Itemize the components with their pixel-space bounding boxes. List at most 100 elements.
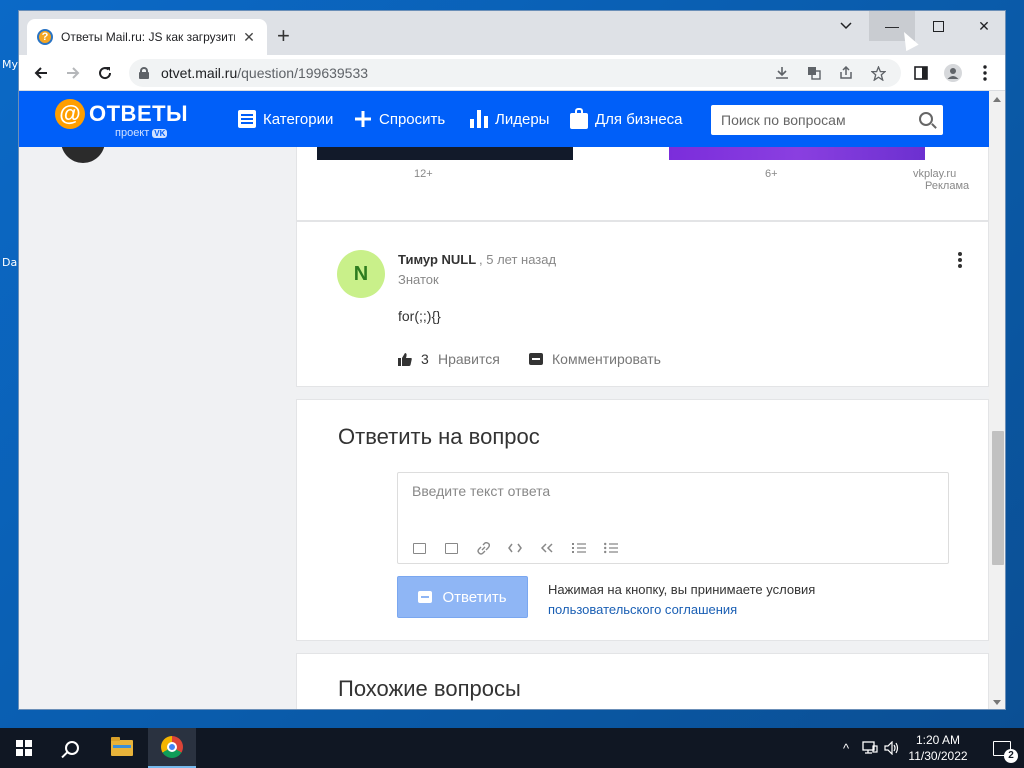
answer-author[interactable]: Тимур NULL: [398, 252, 476, 267]
site-header: @ ОТВЕТЫ проект VK Категории Спросить Лид…: [19, 91, 989, 147]
logo-at-icon: @: [55, 99, 85, 129]
scroll-down-arrow-icon[interactable]: [993, 700, 1001, 705]
link-icon[interactable]: [475, 541, 491, 555]
answer-time: , 5 лет назад: [479, 252, 557, 267]
logo-subtitle: проект VK: [115, 127, 168, 139]
lock-icon: [139, 67, 149, 79]
nav-leaders[interactable]: Лидеры: [469, 109, 549, 129]
ad-age-rating: 6+: [765, 168, 778, 180]
kebab-menu-icon: [983, 65, 987, 81]
back-button[interactable]: [29, 61, 53, 85]
avatar[interactable]: N: [337, 250, 385, 298]
comment-icon[interactable]: [529, 353, 543, 365]
browser-toolbar: otvet.mail.ru/question/199639533: [19, 55, 1005, 91]
tab-title: Ответы Mail.ru: JS как загрузить: [61, 30, 235, 44]
search-field[interactable]: [711, 105, 943, 135]
logo-text: ОТВЕТЫ: [89, 101, 189, 126]
network-icon[interactable]: [862, 740, 878, 756]
maximize-icon: [932, 20, 944, 32]
question-author-avatar[interactable]: [61, 147, 105, 163]
chrome-taskbar-button[interactable]: [148, 728, 196, 768]
taskbar: ^ 1:20 AM 11/30/2022 2: [0, 728, 1024, 768]
reply-form: Ответить на вопрос Введите текст ответа …: [296, 399, 989, 641]
like-count: 3: [421, 351, 429, 367]
scroll-up-arrow-icon[interactable]: [993, 97, 1001, 102]
tray-chevron-icon[interactable]: ^: [838, 740, 854, 756]
browser-tab[interactable]: ? Ответы Mail.ru: JS как загрузить ✕: [27, 19, 267, 55]
thumbs-up-icon[interactable]: [398, 352, 412, 366]
side-panel-icon: [914, 66, 928, 80]
terms-notice: Нажимая на кнопку, вы принимаете условия…: [548, 580, 815, 620]
submit-answer-button[interactable]: Ответить: [397, 576, 528, 618]
ad-label: Реклама: [925, 180, 970, 192]
reload-icon: [99, 67, 112, 80]
quote-icon[interactable]: [539, 541, 555, 555]
profile-button[interactable]: [941, 61, 965, 85]
menu-button[interactable]: [973, 61, 997, 85]
nav-leaders-label: Лидеры: [495, 110, 550, 128]
search-icon[interactable]: [919, 112, 933, 126]
clock-date: 11/30/2022: [908, 749, 968, 763]
plus-icon: [353, 109, 373, 129]
similar-questions: Похожие вопросы: [296, 653, 989, 709]
arrow-left-icon: [34, 67, 47, 79]
nav-business[interactable]: Для бизнеса: [569, 107, 683, 129]
bullet-list-icon[interactable]: [603, 541, 619, 555]
like-button[interactable]: Нравится: [438, 351, 500, 367]
notification-center-button[interactable]: 2: [980, 728, 1024, 768]
reload-button[interactable]: [93, 61, 117, 85]
code-icon[interactable]: [507, 541, 523, 555]
nav-business-label: Для бизнеса: [595, 110, 683, 128]
comment-button[interactable]: Комментировать: [552, 351, 661, 367]
submit-answer-label: Ответить: [442, 588, 507, 606]
ad-block: 12+ 6+ vkplay.ru Реклама: [296, 147, 989, 221]
ad-source[interactable]: vkplay.ru: [913, 168, 956, 180]
bag-icon: [569, 107, 589, 129]
side-panel-button[interactable]: [909, 61, 933, 85]
install-icon[interactable]: [771, 63, 793, 83]
profile-icon: [944, 64, 962, 82]
desktop-icon-label[interactable]: My: [2, 58, 18, 71]
tab-search-button[interactable]: [823, 11, 869, 41]
nav-categories[interactable]: Категории: [237, 109, 333, 129]
video-icon[interactable]: [443, 541, 459, 555]
image-icon[interactable]: [411, 541, 427, 555]
volume-icon[interactable]: [884, 740, 900, 756]
nav-ask[interactable]: Спросить: [353, 109, 445, 129]
browser-window: ? Ответы Mail.ru: JS как загрузить ✕ + —…: [18, 10, 1006, 710]
ad-image[interactable]: [317, 147, 573, 160]
taskbar-search-button[interactable]: [48, 728, 96, 768]
desktop-icon-label[interactable]: Da: [2, 256, 17, 269]
scrollbar-thumb[interactable]: [992, 431, 1004, 565]
search-input[interactable]: [721, 112, 911, 128]
maximize-button[interactable]: [915, 11, 961, 41]
answer-text: for(;;){}: [398, 308, 441, 324]
translate-icon[interactable]: [803, 63, 825, 83]
url-text[interactable]: otvet.mail.ru/question/199639533: [161, 65, 368, 81]
more-options-icon[interactable]: [957, 252, 963, 272]
nav-ask-label: Спросить: [379, 110, 446, 128]
chrome-icon: [161, 736, 183, 758]
search-icon: [65, 741, 79, 755]
address-bar[interactable]: otvet.mail.ru/question/199639533: [129, 59, 901, 87]
ad-image[interactable]: [669, 147, 925, 160]
reply-title: Ответить на вопрос: [338, 424, 540, 449]
arrow-right-icon: [67, 67, 80, 79]
close-window-button[interactable]: ✕: [961, 11, 1005, 41]
clock-time: 1:20 AM: [915, 733, 961, 747]
folder-icon: [111, 737, 133, 756]
system-clock[interactable]: 1:20 AM 11/30/2022: [900, 728, 976, 768]
tab-close-icon[interactable]: ✕: [241, 29, 257, 46]
start-button[interactable]: [0, 728, 48, 768]
answer-textarea[interactable]: [398, 473, 948, 533]
answer-card: N Тимур NULL , 5 лет назад Знаток for(;;…: [296, 221, 989, 387]
page-scrollbar[interactable]: [989, 91, 1005, 709]
vk-badge: VK: [152, 129, 168, 138]
forward-button[interactable]: [61, 61, 85, 85]
file-explorer-button[interactable]: [98, 728, 146, 768]
ordered-list-icon[interactable]: [571, 541, 587, 555]
share-icon[interactable]: [835, 63, 857, 83]
bookmark-star-icon[interactable]: [867, 63, 889, 83]
terms-link[interactable]: пользовательского соглашения: [548, 600, 815, 620]
new-tab-button[interactable]: +: [277, 25, 290, 47]
